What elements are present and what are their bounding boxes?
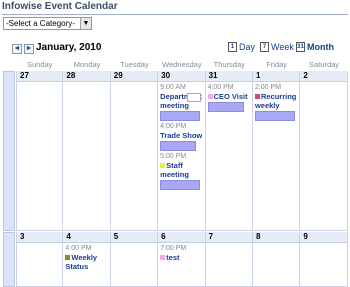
week-calendar-icon: 7 (260, 42, 269, 52)
calendar-event[interactable]: 5:00 PM Staff meeting (158, 153, 204, 190)
week-row: 27 28 29 30 9:00 AM Department meeting 4:00 PM… (16, 71, 348, 231)
calendar-event[interactable]: 4:00 PM Weekly Status (63, 245, 109, 271)
event-bar[interactable] (160, 180, 201, 190)
month-view-button[interactable]: 31 Month (296, 42, 334, 52)
category-color-icon (160, 163, 166, 168)
calendar-event[interactable]: 4:00 PM Trade Show (158, 123, 204, 151)
next-month-button[interactable]: ► (24, 44, 34, 54)
event-title-link[interactable]: Recurring weekly (254, 92, 299, 110)
day-view-label: Day (239, 42, 256, 52)
weekday-label: Monday (73, 60, 101, 69)
calendar-event[interactable]: 9:00 AM Department meeting (158, 84, 204, 121)
month-calendar-icon: 31 (296, 42, 305, 52)
day-number[interactable]: 31 (205, 71, 252, 82)
weekday-label: Friday (266, 60, 288, 69)
day-cell[interactable]: 9 (300, 232, 348, 287)
category-color-icon (207, 94, 213, 99)
day-cell[interactable]: 7 (205, 232, 253, 287)
weekday-label: Sunday (26, 60, 53, 69)
event-title-link[interactable]: Weekly Status (65, 253, 109, 271)
day-cell[interactable]: 30 9:00 AM Department meeting 4:00 PM Trade … (158, 71, 206, 231)
week-row: 3 4 4:00 PM Weekly Status 5 6 7:00 PM test 7 8 9 (16, 232, 348, 287)
day-cell[interactable]: 8 (252, 232, 301, 287)
day-number[interactable]: 7 (205, 232, 252, 243)
day-number[interactable]: 27 (17, 71, 63, 82)
day-number[interactable]: 28 (63, 71, 110, 82)
event-bar[interactable] (254, 111, 295, 121)
calendar-event[interactable]: 2:00 PM Recurring weekly (253, 84, 299, 121)
prev-month-button[interactable]: ◄ (12, 44, 22, 54)
day-calendar-icon: 1 (228, 42, 237, 52)
day-cell[interactable]: 27 (16, 71, 64, 231)
category-color-icon (65, 255, 71, 260)
event-title: test (166, 253, 180, 262)
category-select[interactable]: -Select a Category- ▼ (3, 17, 92, 30)
month-calendar: Sunday Monday Tuesday Wednesday Thursday… (3, 59, 348, 287)
chevron-down-icon[interactable]: ▼ (80, 18, 91, 29)
month-view-label: Month (307, 42, 334, 52)
event-bar[interactable] (160, 141, 197, 151)
weekday-label: Wednesday (162, 60, 202, 69)
event-title-link[interactable]: test (160, 253, 204, 262)
category-color-icon (160, 255, 166, 260)
day-number[interactable]: 8 (252, 232, 300, 243)
weekday-header: Sunday Monday Tuesday Wednesday Thursday… (16, 59, 348, 71)
day-cell[interactable]: 29 (110, 71, 159, 231)
event-title: Weekly Status (65, 253, 98, 271)
month-title: January, 2010 (36, 42, 102, 53)
day-cell[interactable]: 1 2:00 PM Recurring weekly (252, 71, 301, 231)
event-title: Recurring weekly (254, 92, 297, 110)
day-cell[interactable]: 31 4:00 PM CEO Visit (205, 71, 253, 231)
day-number[interactable]: 5 (110, 232, 158, 243)
day-cell[interactable]: 4 4:00 PM Weekly Status (63, 232, 111, 287)
category-select-value: -Select a Category- (6, 19, 75, 28)
calendar-event[interactable]: 4:00 PM CEO Visit (206, 84, 252, 112)
event-time: 2:00 PM (254, 84, 282, 91)
weekday-label: Thursday (213, 60, 245, 69)
event-time: 7:00 PM (160, 245, 187, 252)
day-number[interactable]: 3 (17, 232, 63, 243)
event-title: CEO Visit (213, 92, 248, 101)
day-cell[interactable]: 2 (300, 71, 348, 231)
arrow-right-icon: ► (25, 45, 33, 52)
category-color-icon (254, 94, 260, 99)
event-title: Trade Show (160, 131, 203, 140)
event-time: 4:00 PM (160, 123, 187, 130)
calendar-event[interactable]: 7:00 PM test (158, 245, 204, 262)
day-number[interactable]: 29 (110, 71, 158, 82)
event-bar[interactable] (160, 111, 201, 121)
day-cell[interactable]: 6 7:00 PM test (158, 232, 206, 287)
week-selector-1[interactable] (3, 71, 15, 231)
arrow-left-icon: ◄ (13, 45, 21, 52)
event-time: 4:00 PM (207, 84, 234, 91)
week-selector-2[interactable] (3, 232, 15, 287)
week-view-label: Week (271, 42, 294, 52)
event-bar[interactable] (207, 102, 244, 112)
event-title-link[interactable]: Staff meeting (160, 161, 204, 179)
day-number[interactable]: 1 (252, 71, 300, 82)
weekday-label: Tuesday (120, 60, 149, 69)
day-number[interactable]: 30 (158, 71, 205, 82)
weekday-label: Saturday (309, 60, 340, 69)
day-number[interactable]: 2 (300, 71, 347, 82)
day-number[interactable]: 6 (158, 232, 205, 243)
day-cell[interactable]: 3 (16, 232, 64, 287)
event-time: 5:00 PM (160, 153, 187, 160)
day-number[interactable]: 4 (63, 232, 110, 243)
day-view-button[interactable]: 1 Day (228, 42, 255, 52)
event-time: 4:00 PM (65, 245, 92, 252)
day-number[interactable]: 9 (300, 232, 347, 243)
event-title-link[interactable]: Trade Show (160, 131, 204, 140)
day-cell[interactable]: 28 (63, 71, 111, 231)
week-view-button[interactable]: 7 Week (260, 42, 294, 52)
webpart-title: Infowise Event Calendar (2, 0, 348, 15)
event-title-link[interactable]: CEO Visit (207, 92, 252, 101)
event-time: 9:00 AM (160, 84, 186, 91)
day-cell[interactable]: 5 (110, 232, 159, 287)
event-bar-overlay (187, 93, 202, 102)
